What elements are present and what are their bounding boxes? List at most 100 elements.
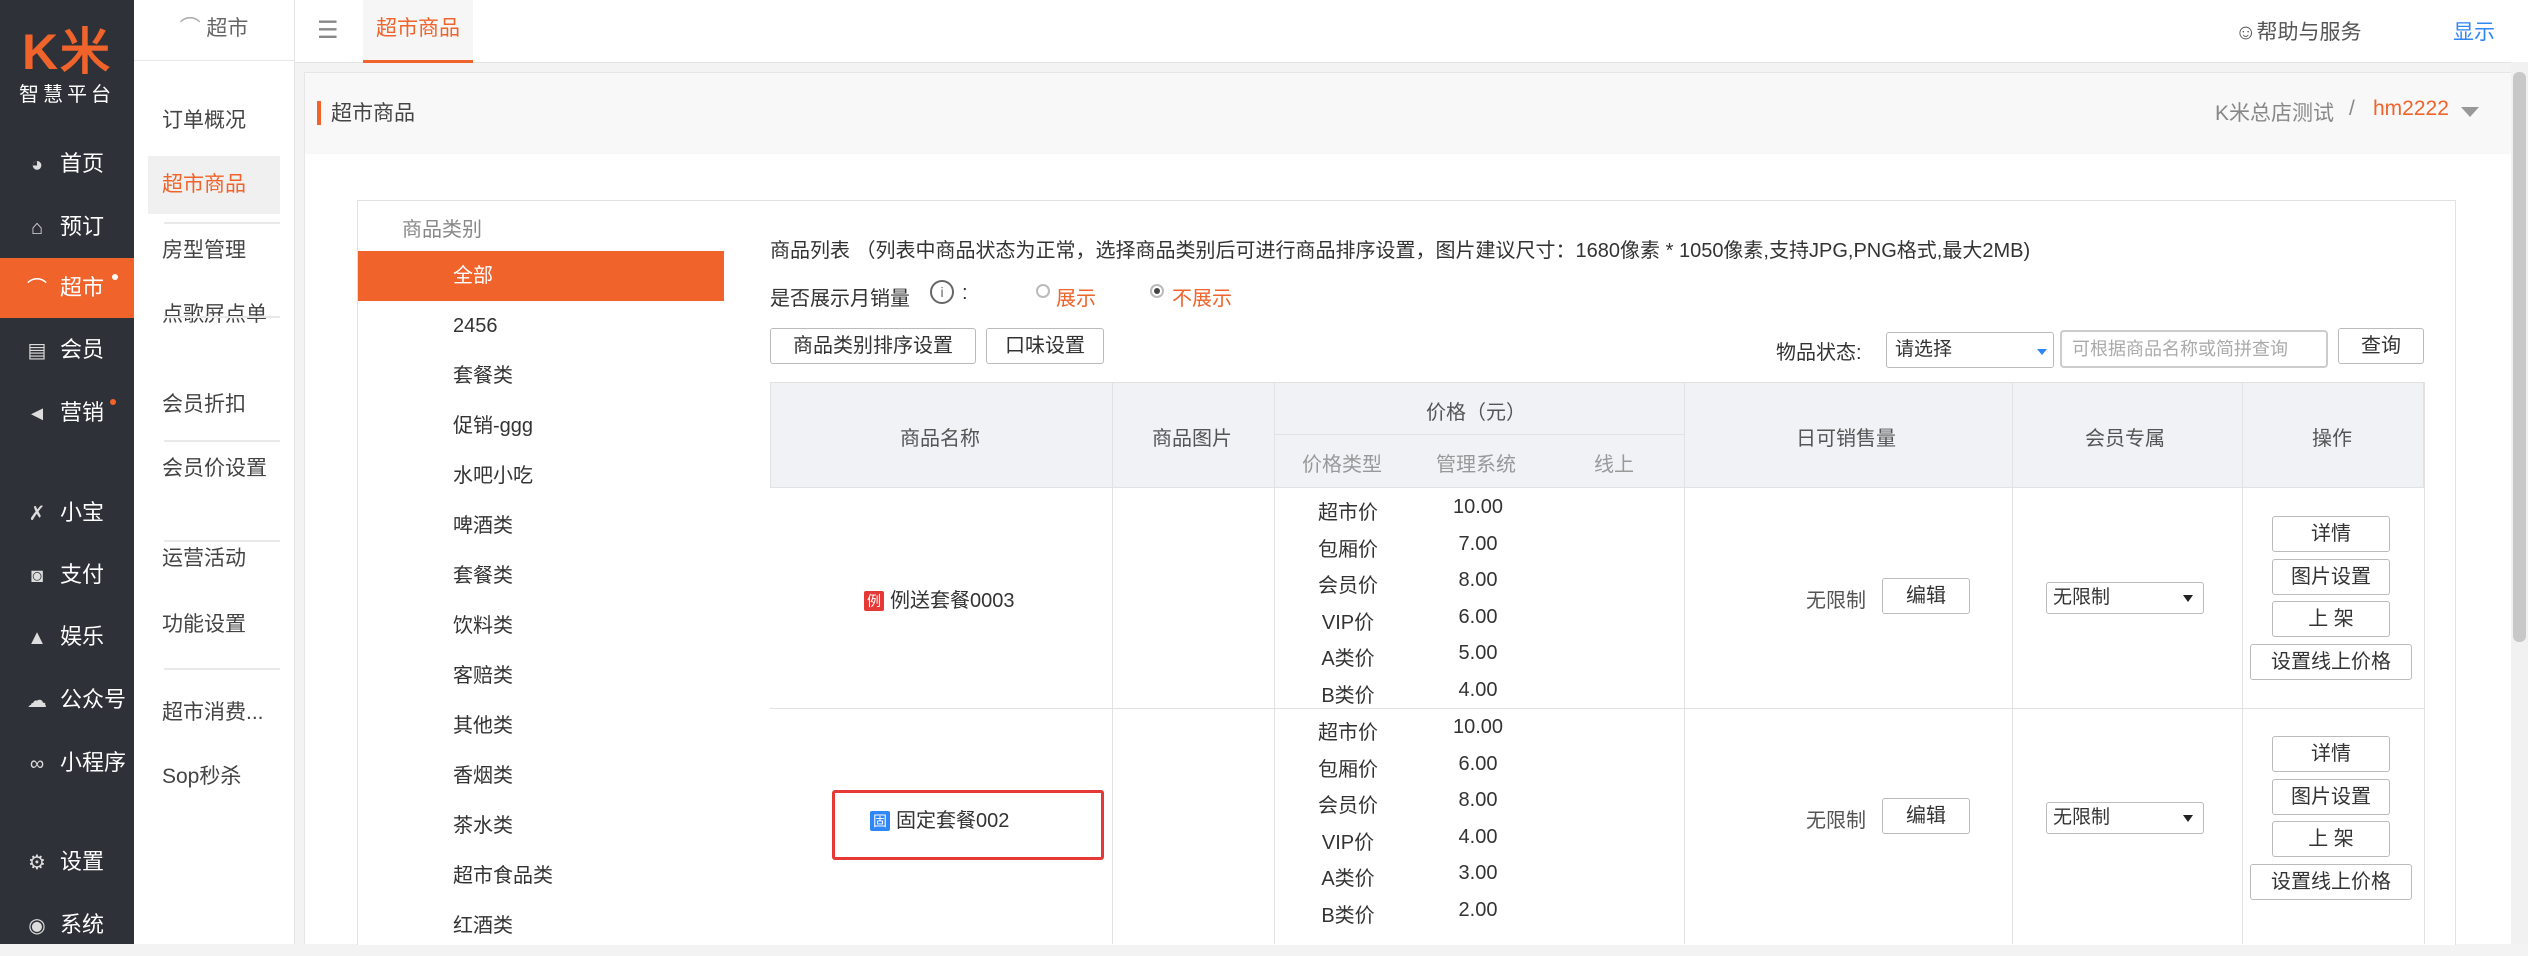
nav-item-4[interactable]: ◄ 营销 — [0, 383, 134, 443]
scrollbar-thumb[interactable] — [2513, 72, 2526, 642]
category-item[interactable]: 啤酒类 — [358, 501, 725, 551]
category-item[interactable]: 全部 — [358, 251, 725, 301]
gear-icon: ⚙ — [28, 852, 46, 874]
divider — [164, 440, 280, 442]
price-type: 会员价 — [1318, 795, 1378, 817]
category-item[interactable]: 水吧小吃 — [358, 451, 725, 501]
sub-item-8[interactable]: 超市消费... — [148, 684, 280, 742]
title-accent — [317, 101, 321, 125]
category-item[interactable]: 套餐类 — [358, 351, 725, 401]
price-type: 包厢价 — [1318, 538, 1378, 561]
price-type: A类价 — [1321, 868, 1375, 890]
help-service-link[interactable]: ☺帮助与服务 — [2235, 16, 2361, 46]
op-button-2[interactable]: 上 架 — [2272, 821, 2390, 857]
op-button-1[interactable]: 图片设置 — [2272, 778, 2390, 815]
user-menu[interactable]: hm2222 — [2373, 97, 2449, 121]
query-button[interactable]: 查询 — [2338, 328, 2424, 364]
divider — [2242, 382, 2243, 944]
megaphone-icon: ◄ — [27, 403, 47, 425]
system-icon: ◉ — [28, 915, 46, 937]
nav-item-2[interactable]: ⌒ 超市 — [0, 258, 134, 318]
payment-icon: ◙ — [30, 565, 44, 587]
edit-button[interactable]: 编辑 — [1882, 798, 1970, 834]
category-item[interactable]: 超市食品类 — [358, 851, 725, 901]
col-price: 价格（元） — [1426, 402, 1526, 424]
logo[interactable]: K米 智慧平台 — [0, 0, 134, 115]
sub-item-7[interactable]: 功能设置 — [148, 596, 280, 654]
nav-item-9[interactable]: ∞ 小程序 — [0, 733, 134, 793]
item-state-select[interactable]: 请选择 — [1886, 332, 2054, 368]
nav-item-6[interactable]: ◙ 支付 — [0, 545, 134, 605]
sub-item-9[interactable]: Sop秒杀 — [148, 748, 280, 806]
nav-item-8[interactable]: ☁ 公众号 — [0, 670, 134, 730]
sub-item-3[interactable]: 点歌屏点单 — [148, 286, 280, 344]
nav-item-1[interactable]: ⌂ 预订 — [0, 197, 134, 257]
nav-item-label: 会员 — [60, 337, 105, 362]
col-name: 商品名称 — [900, 428, 980, 450]
category-item[interactable]: 其他类 — [358, 701, 725, 751]
op-button-3[interactable]: 设置线上价格 — [2250, 863, 2412, 900]
category-item[interactable]: 饮料类 — [358, 601, 725, 651]
price-value: 10.00 — [1452, 716, 1504, 738]
sub-item-4[interactable]: 会员折扣 — [148, 376, 280, 434]
category-item[interactable]: 茶水类 — [358, 801, 725, 851]
op-button-1[interactable]: 图片设置 — [2272, 558, 2390, 595]
category-sort-button[interactable]: 商品类别排序设置 — [770, 328, 976, 364]
col-image: 商品图片 — [1152, 428, 1232, 450]
show-link[interactable]: 显示 — [2453, 16, 2495, 46]
price-type: A类价 — [1321, 648, 1375, 670]
nav-item-0[interactable]: ◕ 首页 — [0, 134, 134, 194]
nav-item-3[interactable]: ▤ 会员 — [0, 320, 134, 380]
nav-item-10[interactable]: ⚙ 设置 — [0, 832, 134, 892]
sub-item-5[interactable]: 会员价设置 — [148, 440, 280, 498]
category-item[interactable]: 套餐类 — [358, 551, 725, 601]
member-select[interactable]: 无限制 — [2046, 582, 2204, 614]
divider — [164, 316, 280, 318]
op-button-0[interactable]: 详情 — [2272, 736, 2390, 772]
price-type: B类价 — [1321, 684, 1375, 707]
nav-item-label: 超市 — [60, 275, 105, 300]
edit-button[interactable]: 编辑 — [1882, 578, 1970, 614]
category-item[interactable]: 香烟类 — [358, 751, 725, 801]
goods-description: 商品列表 （列表中商品状态为正常，选择商品类别后可进行商品排序设置，图片建议尺寸… — [770, 240, 2031, 262]
category-item[interactable]: 促销-ggg — [358, 401, 725, 451]
menu-toggle-icon[interactable]: ☰ — [317, 16, 339, 45]
chevron-down-icon — [2183, 815, 2193, 822]
divider — [164, 668, 280, 670]
price-value: 5.00 — [1458, 642, 1498, 664]
taste-settings-button[interactable]: 口味设置 — [986, 328, 1104, 364]
price-value: 3.00 — [1458, 862, 1498, 884]
nav-item-7[interactable]: ▲ 娱乐 — [0, 607, 134, 667]
search-input[interactable] — [2060, 330, 2328, 368]
price-value: 8.00 — [1458, 789, 1498, 811]
chevron-down-icon[interactable] — [2461, 107, 2479, 117]
divider — [1274, 434, 1684, 435]
sub-menu-head[interactable]: ⌒ 超市 — [134, 0, 294, 61]
info-icon[interactable]: i — [930, 280, 954, 304]
member-select[interactable]: 无限制 — [2046, 802, 2204, 834]
op-button-2[interactable]: 上 架 — [2272, 601, 2390, 637]
op-button-0[interactable]: 详情 — [2272, 516, 2390, 552]
market-icon: ⌒ — [27, 278, 47, 300]
radio-show[interactable] — [1036, 284, 1050, 298]
sub-item-0[interactable]: 订单概况 — [148, 92, 280, 150]
sub-item-1[interactable]: 超市商品 — [148, 156, 280, 214]
sub-item-6[interactable]: 运营活动 — [148, 530, 280, 588]
op-button-3[interactable]: 设置线上价格 — [2250, 643, 2412, 680]
item-state-label: 物品状态: — [1776, 342, 1862, 364]
category-item[interactable]: 客赔类 — [358, 651, 725, 701]
logo-mark: K米 — [21, 24, 113, 80]
radio-show-label[interactable]: 展示 — [1056, 282, 1096, 311]
radio-hide-label[interactable]: 不展示 — [1172, 282, 1232, 311]
sub-item-2[interactable]: 房型管理 — [148, 222, 280, 280]
price-value: 6.00 — [1458, 752, 1498, 775]
nav-item-11[interactable]: ◉ 系统 — [0, 895, 134, 955]
col-price-manage: 管理系统 — [1436, 454, 1516, 476]
nav-item-label: 娱乐 — [60, 624, 105, 649]
nav-item-label: 设置 — [60, 849, 105, 874]
category-item[interactable]: 2456 — [358, 301, 725, 351]
tab-market-goods[interactable]: 超市商品 — [363, 0, 473, 63]
nav-item-5[interactable]: ✗ 小宝 — [0, 483, 134, 543]
main-nav: K米 智慧平台 ◕ 首页 ⌂ 预订 ⌒ 超市 ▤ 会员 ◄ 营销 ✗ 小宝 ◙ 支付 ▲ 娱乐 ☁ 公众号 ∞ 小程序… — [0, 0, 134, 944]
radio-hide[interactable] — [1150, 284, 1164, 298]
